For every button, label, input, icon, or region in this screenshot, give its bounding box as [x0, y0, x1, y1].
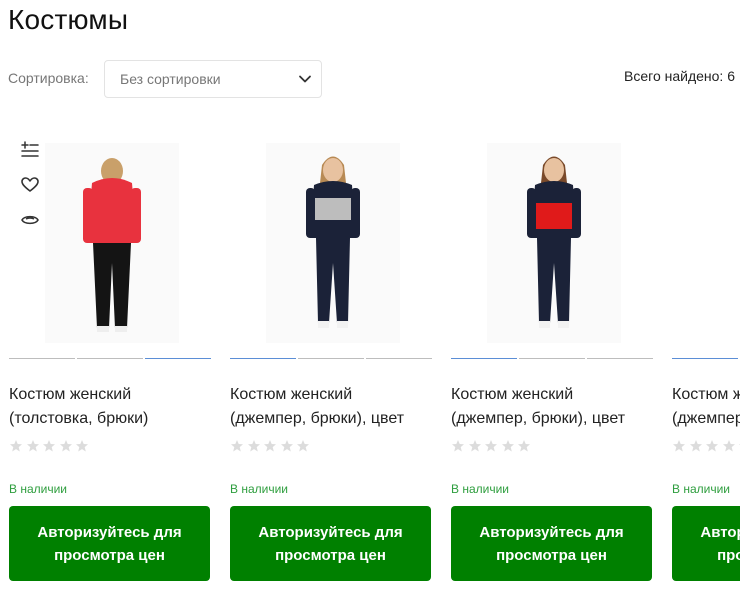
chevron-down-icon: [299, 75, 311, 83]
image-dot[interactable]: [451, 358, 517, 359]
login-for-price-button[interactable]: Авторизуйтесь для просмотра цен: [672, 506, 740, 581]
image-dots: [230, 358, 432, 362]
product-card[interactable]: Костюм женский (джемпер, брюки), цвет В …: [230, 143, 432, 583]
star-icon: [501, 440, 514, 452]
product-image[interactable]: [487, 143, 621, 343]
star-icon: [297, 440, 309, 452]
stock-status: В наличии: [672, 482, 731, 496]
rating-stars: [451, 439, 534, 453]
rating-stars: [672, 439, 740, 453]
image-dot[interactable]: [366, 358, 432, 359]
sort-select[interactable]: Без сортировки: [104, 60, 322, 98]
star-icon: [706, 440, 718, 452]
product-card-clipped: Костюм женский (джемпер, брюки), цвет В …: [672, 143, 740, 583]
product-card[interactable]: Костюм женский (толстовка, брюки) В нали…: [9, 143, 211, 583]
login-for-price-button[interactable]: Авторизуйтесь для просмотра цен: [9, 506, 210, 581]
star-icon: [468, 440, 481, 452]
star-icon: [280, 440, 293, 452]
image-dot[interactable]: [587, 358, 653, 359]
star-icon: [59, 440, 72, 452]
star-icon: [264, 440, 276, 452]
star-icon: [452, 440, 464, 452]
image-dots: [451, 358, 653, 362]
star-icon: [231, 440, 243, 452]
product-name[interactable]: Костюм женский (толстовка, брюки): [9, 383, 210, 431]
image-dot[interactable]: [672, 358, 738, 359]
product-name[interactable]: Костюм женский (джемпер, брюки), цвет: [230, 383, 431, 431]
image-dots: [672, 358, 740, 362]
product-image[interactable]: [266, 143, 400, 343]
login-for-price-button[interactable]: Авторизуйтесь для просмотра цен: [451, 506, 652, 581]
login-for-price-button[interactable]: Авторизуйтесь для просмотра цен: [230, 506, 431, 581]
stock-status: В наличии: [230, 482, 289, 496]
button-label: Авторизуйтесь для просмотра цен: [258, 523, 403, 564]
star-icon: [247, 440, 260, 452]
product-name[interactable]: Костюм женский (джемпер, брюки), цвет: [672, 383, 740, 431]
button-label: Авторизуйтесь для просмотра цен: [37, 523, 182, 564]
image-dot[interactable]: [519, 358, 585, 359]
star-icon: [76, 440, 88, 452]
star-icon: [722, 440, 735, 452]
stock-status: В наличии: [451, 482, 510, 496]
image-dot[interactable]: [77, 358, 143, 359]
image-dot[interactable]: [9, 358, 75, 359]
button-label: Авторизуйтесь для просмотра цен: [479, 523, 624, 564]
image-dots: [9, 358, 211, 362]
button-label: Авторизуйтесь для просмотра цен: [700, 523, 740, 564]
sort-label: Сортировка:: [8, 70, 89, 86]
page-title: Костюмы: [8, 4, 129, 35]
star-icon: [43, 440, 55, 452]
star-icon: [689, 440, 702, 452]
star-icon: [10, 440, 22, 452]
image-dot[interactable]: [230, 358, 296, 359]
image-dot[interactable]: [145, 358, 211, 359]
rating-stars: [9, 439, 92, 453]
product-image[interactable]: [45, 143, 179, 343]
total-found: Всего найдено: 6: [624, 68, 735, 84]
product-card[interactable]: Костюм женский (джемпер, брюки), цвет В …: [672, 143, 740, 583]
product-name[interactable]: Костюм женский (джемпер, брюки), цвет: [451, 383, 652, 431]
sort-select-value: Без сортировки: [120, 71, 221, 87]
star-icon: [673, 440, 685, 452]
star-icon: [26, 440, 39, 452]
stock-status: В наличии: [9, 482, 68, 496]
product-card[interactable]: Костюм женский (джемпер, брюки), цвет В …: [451, 143, 653, 583]
rating-stars: [230, 439, 313, 453]
star-icon: [485, 440, 497, 452]
image-dot[interactable]: [298, 358, 364, 359]
star-icon: [518, 440, 530, 452]
